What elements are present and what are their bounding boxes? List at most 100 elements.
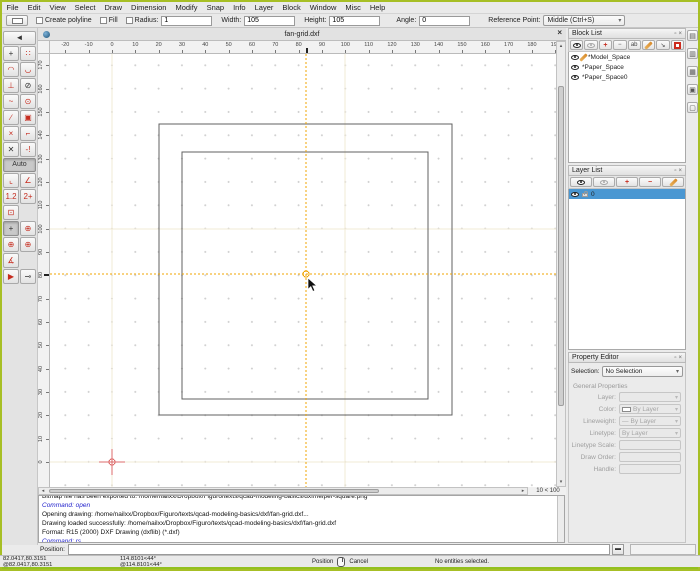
selection-filter-box[interactable] <box>629 543 696 555</box>
radius-input[interactable] <box>161 15 213 26</box>
close-document-icon[interactable]: × <box>557 28 562 37</box>
command-history-scrollbar[interactable] <box>557 496 564 542</box>
scroll-up-icon[interactable]: ▴ <box>557 43 565 49</box>
snap-auto-button[interactable]: Auto <box>3 158 36 172</box>
vertical-scrollbar[interactable]: ▴ ▾ <box>556 41 566 487</box>
menu-file[interactable]: File <box>2 3 23 12</box>
undock-property-editor-button[interactable]: ▫ <box>674 355 676 361</box>
toggle-library-browser-button[interactable]: ▥ <box>687 48 698 59</box>
snap-on-entity-tool[interactable]: ◡ <box>20 62 36 77</box>
command-history[interactable]: Bitmap file has been exported to: /home/… <box>38 495 565 543</box>
menu-select[interactable]: Select <box>70 3 100 12</box>
ruler-label: 20 <box>155 42 162 48</box>
coordinate-relative-tool[interactable]: 2+ <box>20 189 36 204</box>
command-input[interactable] <box>67 543 610 555</box>
edit-layer-button[interactable] <box>662 177 684 187</box>
toggle-selection-filter-button[interactable]: ▣ <box>687 84 698 95</box>
scroll-down-icon[interactable]: ▾ <box>557 479 565 485</box>
menu-layer[interactable]: Layer <box>250 3 278 12</box>
command-history-line: Drawing loaded successfully: /home/nailx… <box>42 520 337 527</box>
width-input[interactable] <box>244 15 296 26</box>
add-layer-button[interactable]: + <box>616 177 638 187</box>
ruler-label: 140 <box>38 130 44 140</box>
menu-misc[interactable]: Misc <box>341 3 365 12</box>
menu-edit[interactable]: Edit <box>23 3 45 12</box>
vertical-scroll-thumb[interactable] <box>558 86 564 407</box>
restrict-horizontal-tool[interactable]: ⊕ <box>3 237 19 252</box>
coordinate-cartesian-tool[interactable]: ⌞ <box>3 173 19 188</box>
block-list-item[interactable]: *Paper_Space0 <box>569 72 685 82</box>
scroll-left-icon[interactable]: ◂ <box>39 488 47 494</box>
close-property-editor-button[interactable]: × <box>678 355 682 361</box>
snap-free-tool[interactable]: + <box>3 46 19 61</box>
back-button[interactable]: ◄ <box>3 31 36 45</box>
menu-modify[interactable]: Modify <box>171 3 202 12</box>
layer-list-item[interactable]: 0 <box>569 189 685 199</box>
show-all-blocks-button[interactable] <box>570 40 584 50</box>
command-options-button[interactable]: ▬ <box>611 543 624 555</box>
angle-input[interactable] <box>419 15 471 26</box>
menu-info[interactable]: Info <box>229 3 251 12</box>
restrict-vertical-tool[interactable]: ⊕ <box>20 237 36 252</box>
remove-block-button[interactable]: − <box>613 40 627 50</box>
horizontal-scroll-thumb[interactable] <box>49 489 379 493</box>
restrict-orthogonal-tool[interactable]: ⊕ <box>20 221 36 236</box>
selection-select[interactable]: No Selection ▾ <box>601 366 683 377</box>
close-block-editing-button[interactable] <box>670 40 684 50</box>
toggle-layer-list-button[interactable]: ▦ <box>687 66 698 77</box>
restrict-off-tool[interactable]: + <box>3 221 19 236</box>
block-list-item[interactable]: *Paper_Space <box>569 62 685 72</box>
snap-entity-end-tool[interactable]: ⌐ <box>20 126 36 141</box>
coordinate-polar-tool[interactable]: ∠ <box>20 173 36 188</box>
snap-endpoints-tool[interactable]: ◠ <box>3 62 19 77</box>
block-list-item[interactable]: *Model_Space <box>569 52 685 62</box>
snap-center-tool[interactable]: ⊙ <box>20 94 36 109</box>
snap-distance-tool[interactable]: -! <box>20 142 36 157</box>
menu-block[interactable]: Block <box>278 3 305 12</box>
add-block-button[interactable]: + <box>598 40 613 50</box>
snap-grid-tool[interactable]: ∷ <box>20 46 36 61</box>
scroll-right-icon[interactable]: ▸ <box>519 488 527 494</box>
fill-checkbox[interactable] <box>99 17 107 24</box>
menu-draw[interactable]: Draw <box>100 3 127 12</box>
menu-snap[interactable]: Snap <box>202 3 229 12</box>
toggle-property-editor-button[interactable]: ▢ <box>687 102 698 113</box>
toggle-block-list-button[interactable]: ▤ <box>687 30 698 41</box>
undock-layer-list-button[interactable]: ▫ <box>674 168 676 174</box>
hide-all-blocks-button[interactable] <box>584 40 598 50</box>
remove-layer-button[interactable]: − <box>639 177 661 187</box>
lock-relative-zero-tool[interactable]: ⊸ <box>20 269 36 284</box>
menu-view[interactable]: View <box>45 3 70 12</box>
show-all-layers-button[interactable] <box>570 177 592 187</box>
snap-perpendicular-tool[interactable]: ⊥ <box>3 78 19 93</box>
menu-window[interactable]: Window <box>305 3 341 12</box>
select-reference-tool[interactable]: ▶ <box>3 269 19 284</box>
close-block-list-button[interactable]: × <box>678 31 682 37</box>
close-layer-list-button[interactable]: × <box>678 168 682 174</box>
ruler-tick <box>46 158 49 160</box>
menu-help[interactable]: Help <box>365 3 389 12</box>
coordinate-absolute-tool[interactable]: 1.2 <box>3 189 19 204</box>
height-input[interactable] <box>329 15 381 26</box>
insert-block-button[interactable]: ↘ <box>656 40 670 50</box>
snap-reference-tool[interactable]: ▣ <box>20 110 36 125</box>
horizontal-scrollbar[interactable]: ◂ ▸ <box>38 487 528 495</box>
snap-angle-tool[interactable]: ∡ <box>3 253 19 268</box>
rectangle-entity[interactable] <box>181 151 429 400</box>
rename-block-button[interactable]: ab <box>627 40 641 50</box>
undock-block-list-button[interactable]: ▫ <box>674 31 676 37</box>
menu-dimension[interactable]: Dimension <box>127 3 171 12</box>
set-relative-zero-tool[interactable]: ⊡ <box>3 205 19 220</box>
create-polyline-checkbox[interactable] <box>36 17 43 24</box>
snap-middle-tool[interactable]: ∕ <box>3 110 19 125</box>
drawing-canvas[interactable] <box>50 54 556 487</box>
rectangle-size-tool-button[interactable] <box>6 15 28 26</box>
snap-coordinate-tool[interactable]: ✕ <box>3 142 19 157</box>
snap-auto-zoom-tool[interactable]: ⊘ <box>20 78 36 93</box>
snap-intersection-tool[interactable]: × <box>3 126 19 141</box>
reference-point-select[interactable]: Middle (Ctrl+S) ▾ <box>543 15 626 26</box>
edit-block-button[interactable] <box>641 40 656 50</box>
radius-checkbox[interactable] <box>125 17 133 24</box>
hide-all-layers-button[interactable] <box>593 177 615 187</box>
snap-tangential-tool[interactable]: ~ <box>3 94 19 109</box>
